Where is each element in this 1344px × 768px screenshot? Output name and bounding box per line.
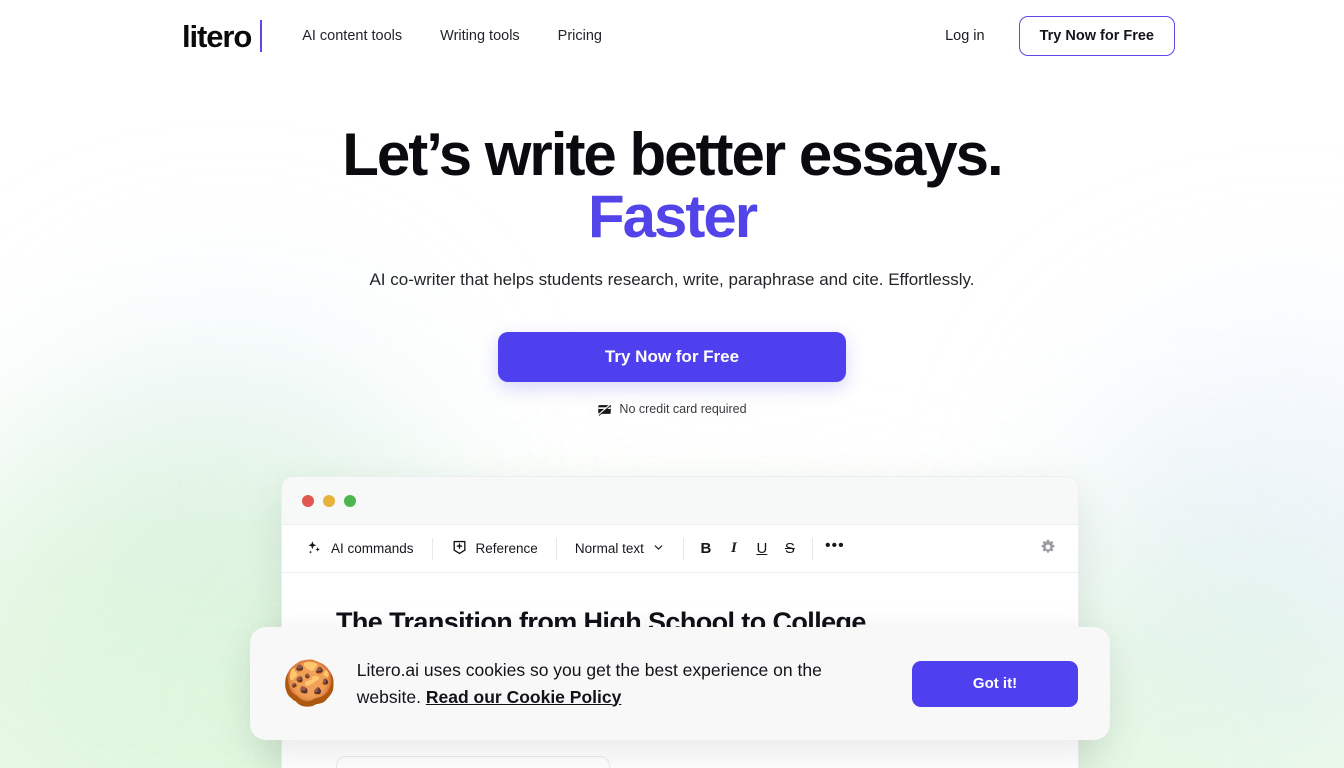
hero-subtitle: AI co-writer that helps students researc… — [369, 269, 975, 289]
cookie-consent-banner: 🍪 Litero.ai uses cookies so you get the … — [250, 627, 1110, 740]
strikethrough-button[interactable]: S — [776, 535, 804, 563]
editor-toolbar: AI commands Reference Normal text B I U … — [282, 525, 1078, 573]
more-options-button[interactable]: ••• — [821, 535, 849, 563]
hero-title-line1: Let’s write better essays. — [342, 121, 1003, 188]
header-signup-button[interactable]: Try Now for Free — [1018, 16, 1175, 56]
cookie-policy-link[interactable]: Read our Cookie Policy — [426, 687, 621, 707]
cookie-icon: 🍪 — [282, 658, 337, 708]
window-close-dot[interactable] — [302, 494, 314, 507]
toolbar-divider-4 — [811, 537, 813, 560]
italic-button[interactable]: I — [720, 535, 748, 563]
hero-cta-button[interactable]: Try Now for Free — [498, 331, 846, 382]
cookie-message: Litero.ai uses cookies so you get the be… — [357, 657, 877, 710]
cookie-accept-button[interactable]: Got it! — [912, 660, 1078, 707]
no-credit-card-note: No credit card required — [0, 402, 1344, 417]
nav-item-writing-tools[interactable]: Writing tools — [440, 28, 520, 44]
reference-label: Reference — [475, 541, 538, 556]
credit-card-off-icon — [597, 402, 612, 417]
bold-button[interactable]: B — [692, 535, 720, 563]
sparkles-icon — [306, 539, 323, 559]
window-maximize-dot[interactable] — [344, 494, 356, 507]
brand-name: litero — [182, 18, 252, 54]
hero-section: Let’s write better essays. Faster AI co-… — [0, 72, 1344, 417]
login-button[interactable]: Log in — [923, 18, 1007, 54]
document-inline-widget — [336, 756, 610, 768]
hero-title: Let’s write better essays. Faster — [0, 124, 1344, 248]
primary-nav: AI content tools Writing tools Pricing — [302, 28, 602, 44]
toolbar-divider-2 — [555, 537, 557, 560]
reference-button[interactable]: Reference — [441, 533, 548, 565]
text-style-dropdown[interactable]: Normal text — [565, 535, 675, 563]
ai-commands-label: AI commands — [331, 541, 414, 556]
toolbar-divider-3 — [682, 537, 684, 560]
nav-item-pricing[interactable]: Pricing — [558, 28, 602, 44]
text-style-label: Normal text — [574, 541, 644, 556]
no-credit-card-label: No credit card required — [619, 402, 747, 417]
editor-settings-button[interactable] — [1034, 535, 1062, 563]
chevron-down-icon — [652, 541, 665, 557]
brand-accent-bar — [260, 20, 263, 52]
hero-cta-wrapper: Try Now for Free No credit card required — [0, 331, 1344, 417]
site-header: litero AI content tools Writing tools Pr… — [0, 0, 1344, 72]
window-minimize-dot[interactable] — [323, 494, 335, 507]
ai-commands-button[interactable]: AI commands — [296, 533, 424, 565]
hero-title-accent: Faster — [587, 182, 758, 250]
gear-icon — [1039, 538, 1057, 560]
header-actions: Log in Try Now for Free — [923, 16, 1175, 56]
bookmark-plus-icon — [451, 539, 468, 559]
brand-logo[interactable]: litero — [182, 18, 263, 54]
underline-button[interactable]: U — [748, 535, 776, 563]
toolbar-divider-1 — [431, 537, 433, 560]
nav-item-ai-content-tools[interactable]: AI content tools — [302, 28, 402, 44]
editor-titlebar — [282, 477, 1078, 525]
